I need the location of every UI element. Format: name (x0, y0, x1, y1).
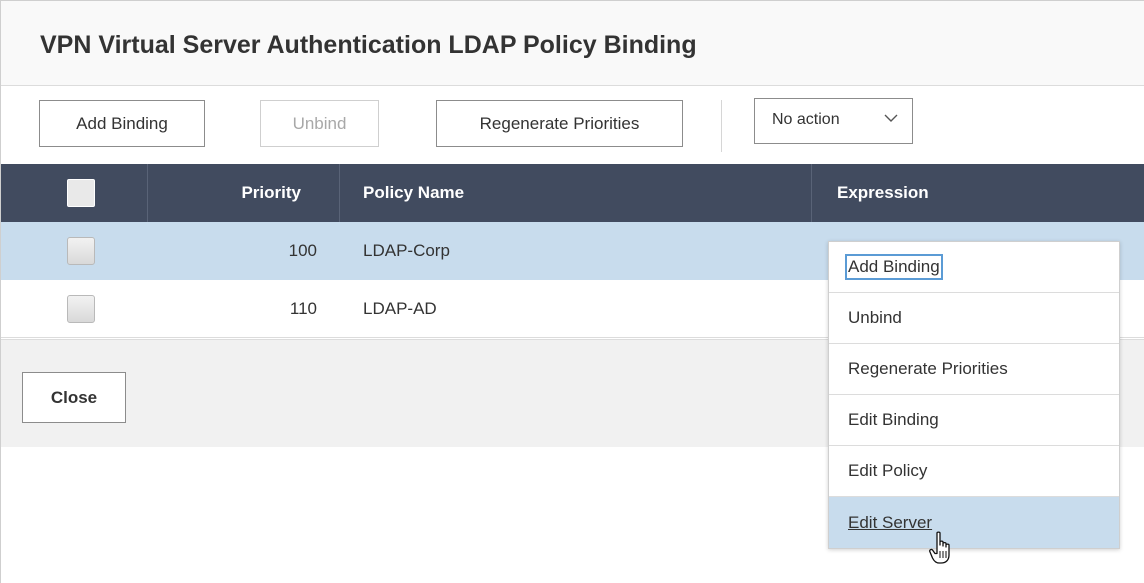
hand-pointer-icon (929, 531, 950, 564)
unbind-button[interactable]: Unbind (260, 100, 379, 147)
column-header-expression-label: Expression (837, 183, 929, 202)
regenerate-priorities-button[interactable]: Regenerate Priorities (436, 100, 683, 147)
row-checkbox[interactable] (67, 237, 95, 265)
close-button[interactable]: Close (22, 372, 126, 423)
toolbar: Add Binding Unbind Regenerate Priorities… (1, 86, 1144, 164)
policy-name-cell: LDAP-Corp (363, 241, 450, 260)
dialog-title: VPN Virtual Server Authentication LDAP P… (40, 31, 697, 59)
dialog-header: VPN Virtual Server Authentication LDAP P… (1, 1, 1144, 86)
chevron-down-icon (884, 114, 898, 122)
menu-item-label: Edit Server (848, 512, 933, 532)
policy-name-cell: LDAP-AD (363, 299, 437, 318)
priority-cell: 100 (288, 241, 317, 260)
menu-item-unbind[interactable]: Unbind (829, 293, 1119, 344)
menu-item-label: Unbind (848, 308, 902, 327)
column-header-priority[interactable]: Priority (147, 164, 301, 222)
add-binding-button[interactable]: Add Binding (39, 100, 205, 147)
menu-item-label: Edit Binding (848, 410, 939, 429)
toolbar-divider (721, 100, 722, 152)
column-header-expression[interactable]: Expression (837, 164, 929, 222)
select-all-checkbox[interactable] (67, 179, 95, 207)
menu-item-edit-binding[interactable]: Edit Binding (829, 395, 1119, 446)
menu-item-label: Regenerate Priorities (848, 359, 1008, 378)
row-checkbox[interactable] (67, 295, 95, 323)
menu-item-edit-policy[interactable]: Edit Policy (829, 446, 1119, 497)
column-divider (811, 164, 812, 222)
binding-dialog: VPN Virtual Server Authentication LDAP P… (0, 0, 1144, 583)
context-menu: Add Binding Unbind Regenerate Priorities… (828, 241, 1120, 549)
menu-item-add-binding[interactable]: Add Binding (829, 242, 1119, 293)
priority-cell: 110 (289, 299, 317, 318)
menu-item-regenerate-priorities[interactable]: Regenerate Priorities (829, 344, 1119, 395)
action-select[interactable]: No action (754, 98, 913, 144)
action-select-value: No action (772, 111, 840, 128)
column-divider (339, 164, 340, 222)
column-header-policy-name[interactable]: Policy Name (363, 164, 464, 222)
column-header-policy-name-label: Policy Name (363, 183, 465, 202)
column-header-priority-label: Priority (241, 183, 301, 202)
menu-item-label: Edit Policy (848, 461, 928, 480)
menu-item-label: Add Binding (845, 254, 943, 280)
table-header: Priority Policy Name Expression (1, 164, 1144, 222)
menu-item-edit-server[interactable]: Edit Server (829, 497, 1119, 548)
